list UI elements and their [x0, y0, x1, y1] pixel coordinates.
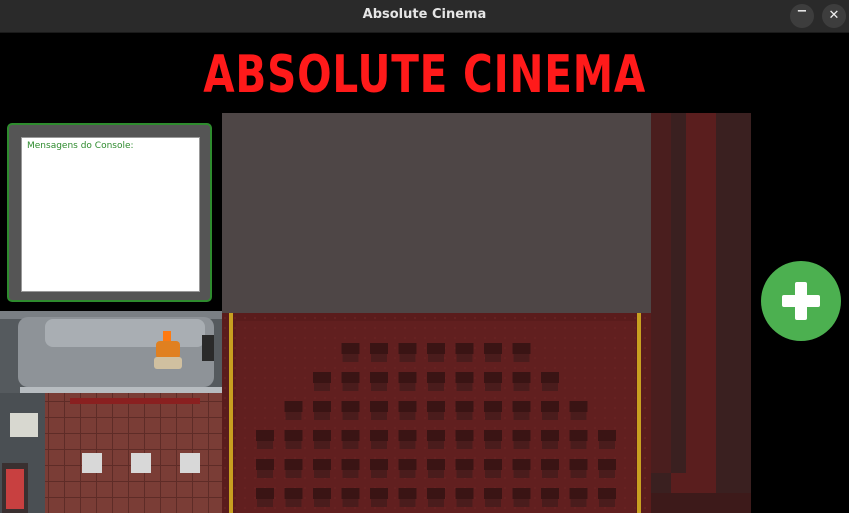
cinema-seat[interactable] [341, 401, 360, 420]
cinema-seat[interactable] [598, 488, 616, 507]
console-label: Mensagens do Console: [27, 141, 134, 151]
cinema-seat[interactable] [484, 459, 502, 478]
cinema-seat[interactable] [484, 401, 502, 420]
cinema-seat[interactable] [598, 430, 616, 449]
cinema-seat[interactable] [455, 343, 474, 362]
cinema-seat[interactable] [341, 488, 360, 507]
lobby [0, 311, 222, 513]
cinema-seat[interactable] [427, 430, 445, 449]
cinema-seat[interactable] [512, 488, 531, 507]
cinema-seat[interactable] [512, 401, 531, 420]
cinema-seat[interactable] [398, 488, 417, 507]
cinema-seat[interactable] [284, 488, 303, 507]
close-button[interactable]: ✕ [822, 4, 846, 28]
cinema-seat[interactable] [569, 459, 588, 478]
cinema-seat[interactable] [427, 488, 445, 507]
cinema-seat[interactable] [541, 401, 559, 420]
cinema-seat[interactable] [427, 459, 445, 478]
cinema-seat[interactable] [512, 372, 531, 391]
cinema-seat[interactable] [541, 488, 559, 507]
right-corridor [651, 113, 751, 513]
cinema-seat[interactable] [512, 430, 531, 449]
cinema-seat[interactable] [512, 459, 531, 478]
cinema-seat[interactable] [313, 401, 331, 420]
cinema-seat[interactable] [370, 343, 388, 362]
add-button[interactable] [761, 261, 841, 341]
cinema-seat[interactable] [313, 459, 331, 478]
cinema-seat[interactable] [370, 372, 388, 391]
cinema-seat[interactable] [313, 430, 331, 449]
cinema-seat[interactable] [455, 488, 474, 507]
cinema-seat[interactable] [427, 401, 445, 420]
cinema-seat[interactable] [284, 401, 303, 420]
cinema-seat[interactable] [341, 430, 360, 449]
cinema-seat[interactable] [541, 430, 559, 449]
cinema-seat[interactable] [284, 459, 303, 478]
cinema-seat[interactable] [398, 343, 417, 362]
cinema-seat[interactable] [455, 459, 474, 478]
cinema-seat[interactable] [398, 459, 417, 478]
minimize-icon: − [796, 4, 808, 19]
cinema-seat[interactable] [398, 401, 417, 420]
cinema-seat[interactable] [313, 372, 331, 391]
cinema-seat[interactable] [541, 372, 559, 391]
minimize-button[interactable]: − [790, 4, 814, 28]
cinema-seat[interactable] [284, 430, 303, 449]
plus-icon-vertical [795, 282, 807, 320]
cinema-seat[interactable] [370, 430, 388, 449]
app-logo: ABSOLUTE CINEMA [203, 45, 647, 105]
cinema-seat[interactable] [398, 372, 417, 391]
cinema-seat[interactable] [427, 343, 445, 362]
cinema-seat[interactable] [370, 488, 388, 507]
app-window: Absolute Cinema − ✕ ABSOLUTE CINEMA Mens… [0, 0, 849, 513]
window-title: Absolute Cinema [362, 7, 487, 22]
cinema-seat[interactable] [398, 430, 417, 449]
cinema-seat[interactable] [455, 401, 474, 420]
console-output[interactable]: Mensagens do Console: [21, 137, 200, 292]
theater-room [222, 313, 651, 513]
cinema-seat[interactable] [455, 430, 474, 449]
cinema-seat[interactable] [484, 430, 502, 449]
cinema-seat[interactable] [370, 401, 388, 420]
cinema-seat[interactable] [484, 488, 502, 507]
cinema-seat[interactable] [341, 459, 360, 478]
cinema-seat[interactable] [512, 343, 531, 362]
cinema-seat[interactable] [256, 459, 274, 478]
cinema-seat[interactable] [541, 459, 559, 478]
cinema-seat[interactable] [341, 343, 360, 362]
screen-area [222, 113, 651, 313]
cinema-seat[interactable] [569, 488, 588, 507]
cinema-seat[interactable] [484, 372, 502, 391]
console-panel: Mensagens do Console: [7, 123, 212, 302]
close-icon: ✕ [828, 8, 840, 23]
cinema-seat[interactable] [370, 459, 388, 478]
cinema-seat[interactable] [256, 488, 274, 507]
cinema-seat[interactable] [455, 372, 474, 391]
cinema-seat[interactable] [341, 372, 360, 391]
cinema-seat[interactable] [427, 372, 445, 391]
cinema-seat[interactable] [569, 401, 588, 420]
cinema-seat[interactable] [598, 459, 616, 478]
cinema-seat[interactable] [256, 430, 274, 449]
cinema-seat[interactable] [569, 430, 588, 449]
title-bar[interactable]: Absolute Cinema − ✕ [0, 0, 849, 33]
cinema-seat[interactable] [484, 343, 502, 362]
cinema-seat[interactable] [313, 488, 331, 507]
